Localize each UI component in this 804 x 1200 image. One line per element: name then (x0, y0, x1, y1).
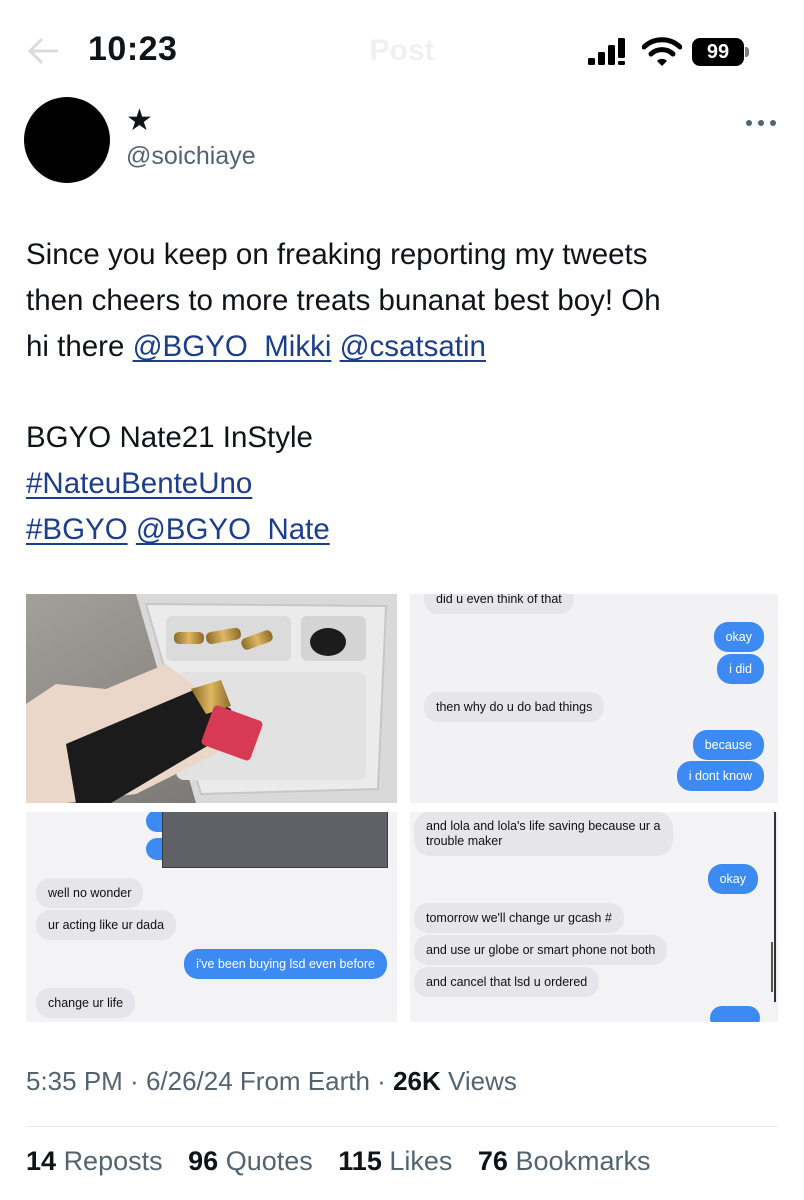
bookmarks-label: Bookmarks (515, 1146, 651, 1176)
chat-screenshot-3[interactable]: and lola and lola's life saving because … (410, 812, 778, 1022)
avatar[interactable] (24, 97, 110, 183)
wifi-icon (642, 37, 682, 66)
tweet-line-2: then cheers to more treats bunanat best … (26, 284, 661, 317)
chat-bubble: okay (713, 622, 764, 652)
reposts-label: Reposts (63, 1146, 163, 1176)
likes-stat[interactable]: 115 Likes (338, 1146, 452, 1176)
battery-nub (745, 47, 749, 57)
battery-level: 99 (692, 38, 744, 66)
engagement-stats: 14 Reposts 96 Quotes 115 Likes 76 Bookma… (26, 1146, 669, 1177)
chat-bubble: i did (717, 654, 764, 684)
divider (26, 1126, 778, 1127)
post-meta: 5:35 PM · 6/26/24 From Earth · 26K Views (26, 1066, 517, 1096)
media-photo[interactable] (26, 594, 397, 803)
chat-bubble: okay (707, 864, 758, 894)
chat-bubble: i've been buying lsd even before (184, 949, 387, 979)
views-count: 26K (393, 1066, 441, 1096)
chat-bubble: and use ur globe or smart phone not both (414, 935, 668, 965)
reposts-count: 14 (26, 1146, 57, 1176)
photo-drawing (26, 594, 397, 803)
bookmarks-stat[interactable]: 76 Bookmarks (478, 1146, 651, 1176)
chat-scrollbar (774, 812, 776, 1002)
post-source: From Earth (239, 1066, 370, 1096)
chat-bubble: ur acting like ur dada (36, 910, 177, 940)
post-date: 6/26/24 (145, 1066, 233, 1096)
chat-screenshot-1[interactable]: did u even think of that okay i did then… (410, 594, 778, 803)
tweet-line-3-prefix: hi there (26, 330, 133, 363)
chat-bubble: and cancel that lsd u ordered (414, 967, 600, 997)
mention-bgyo-mikki[interactable]: @BGYO_Mikki (133, 330, 332, 363)
chat-scroll-thumb (771, 942, 773, 992)
bookmarks-count: 76 (477, 1146, 508, 1176)
tweet-line-3: hi there @BGYO_Mikki @csatsatin (26, 324, 782, 370)
quotes-stat[interactable]: 96 Quotes (188, 1146, 313, 1176)
tweet-line-1: Since you keep on freaking reporting my … (26, 238, 648, 271)
media-grid: did u even think of that okay i did then… (26, 594, 778, 1022)
status-time: 10:23 (88, 30, 178, 68)
chat-bubble: because (692, 730, 764, 760)
tweet-line-5: #NateuBenteUno (26, 461, 782, 507)
reposts-stat[interactable]: 14 Reposts (26, 1146, 163, 1176)
chat-bubble-line: and lola and lola's life saving because … (426, 819, 661, 833)
status-bar: Post 10:23 99 (0, 0, 804, 100)
chat-bubble: and lola and lola's life saving because … (414, 812, 673, 856)
tweet-line-4: BGYO Nate21 InStyle (26, 421, 313, 454)
mention-csatsatin[interactable]: @csatsatin (340, 330, 486, 363)
chat-bubble-line: trouble maker (426, 834, 503, 848)
user-handle[interactable]: @soichiaye (126, 142, 256, 171)
quotes-label: Quotes (225, 1146, 313, 1176)
display-name[interactable]: ★ (126, 104, 153, 138)
chat-bubble: then why do u do bad things (424, 692, 605, 722)
hashtag-bgyo[interactable]: #BGYO (26, 513, 128, 546)
chat-bubble: did u even think of that (424, 594, 574, 614)
cellular-signal-icon (588, 38, 625, 65)
chat-bubble: change ur life (36, 988, 136, 1018)
redaction-box (162, 812, 388, 868)
post-time: 5:35 PM (26, 1066, 123, 1096)
chat-bubble: well no wonder (36, 878, 144, 908)
tweet-line-6: #BGYO @BGYO_Nate (26, 507, 782, 553)
views-label: Views (448, 1066, 517, 1096)
likes-count: 115 (338, 1146, 382, 1176)
battery-indicator: 99 (692, 38, 750, 66)
hashtag-nateubenteuno[interactable]: #NateuBenteUno (26, 467, 252, 500)
mention-bgyo-nate[interactable]: @BGYO_Nate (136, 513, 330, 546)
more-options-icon[interactable] (744, 112, 778, 132)
quotes-count: 96 (188, 1146, 219, 1176)
chat-screenshot-2[interactable]: well no wonder ur acting like ur dada i'… (26, 812, 397, 1022)
likes-label: Likes (389, 1146, 453, 1176)
tweet-text: Since you keep on freaking reporting my … (26, 232, 782, 553)
chat-bubble: i dont know (676, 761, 764, 791)
chat-bubble: tomorrow we'll change ur gcash # (414, 903, 624, 933)
